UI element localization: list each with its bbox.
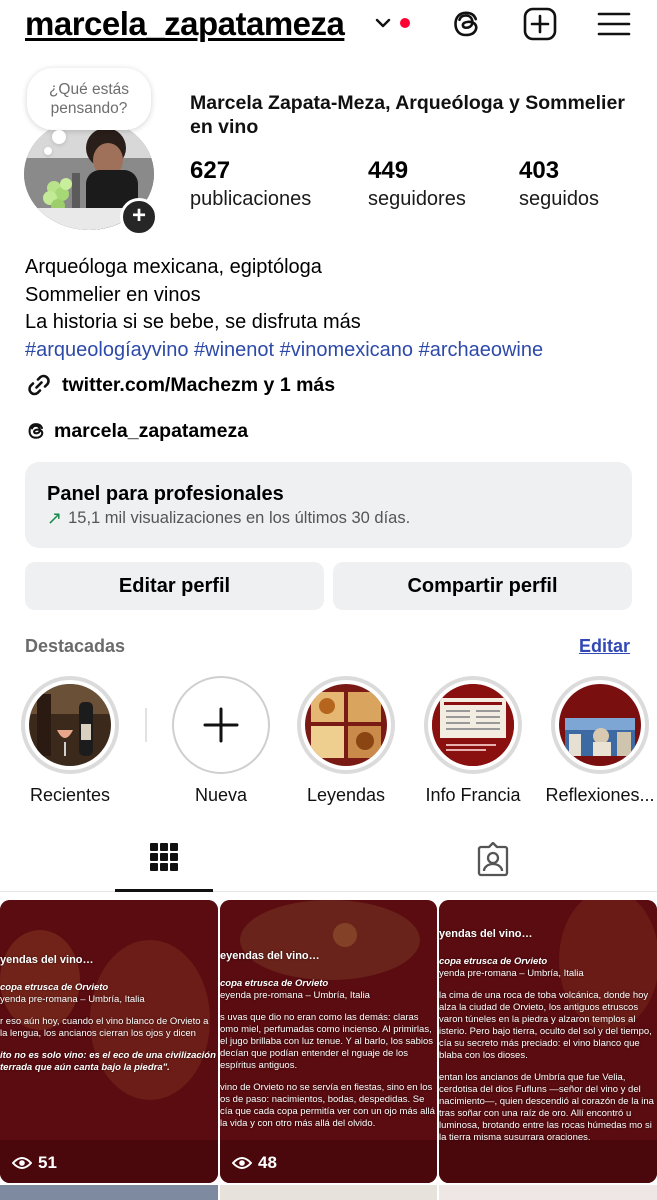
post-thumbnail[interactable] — [0, 1185, 218, 1200]
post-heading: yendas del vino… — [439, 928, 533, 940]
highlight-name: Info Francia — [425, 785, 521, 805]
highlight-name: Recientes — [29, 785, 111, 805]
stat-value: 449 — [368, 157, 409, 184]
highlight-ring — [297, 676, 395, 774]
post-body: r eso aún hoy, cuando el vino blanco de … — [0, 1016, 209, 1039]
highlights-label: Destacadas — [25, 636, 126, 656]
chevron-down-icon[interactable] — [373, 13, 393, 33]
highlight-ring — [424, 676, 522, 774]
post-title: copa etrusca de Orvieto — [220, 978, 329, 989]
edit-profile-button[interactable]: Editar perfil — [25, 562, 324, 610]
profile-tabs — [0, 830, 657, 892]
highlight-new[interactable]: Nueva — [159, 676, 283, 806]
highlight-name: Nueva — [194, 785, 248, 805]
post-thumbnail[interactable]: eyendas del vino… copa etrusca de Orviet… — [220, 900, 437, 1183]
highlight-info-francia[interactable]: Info Francia — [411, 676, 535, 806]
highlight-thumbnail — [559, 684, 641, 766]
post-body: ito no es solo vino: es el eco de una ci… — [0, 1050, 216, 1073]
stat-posts[interactable]: 627 publicaciones — [190, 157, 311, 213]
post-views: 48 — [232, 1153, 277, 1173]
post-text: eyendas del vino… copa etrusca de Orviet… — [220, 900, 437, 1183]
add-story-button[interactable]: + — [120, 198, 158, 236]
trend-up-icon: ↗ — [47, 508, 63, 528]
post-view-count: 48 — [258, 1153, 277, 1172]
grid-icon[interactable] — [149, 842, 179, 872]
tagged-icon[interactable] — [475, 842, 511, 878]
highlight-recientes[interactable]: Recientes — [8, 676, 132, 806]
highlight-reflexiones[interactable]: Reflexiones... — [538, 676, 657, 806]
link-icon — [28, 374, 50, 396]
stat-label: seguidores — [368, 188, 466, 210]
bio-line: La historia si se bebe, se disfruta más — [25, 311, 361, 333]
post-views: 51 — [12, 1153, 57, 1173]
note-bubble-tail-small — [44, 147, 52, 155]
highlight-divider — [145, 708, 147, 742]
post-text: yendas del vino… copa etrusca de Orvieto… — [439, 900, 657, 1183]
display-name: Marcela Zapata-Meza, Arqueóloga y Sommel… — [190, 92, 625, 138]
highlight-thumbnail — [29, 684, 111, 766]
highlight-ring — [551, 676, 649, 774]
post-heading: eyendas del vino… — [220, 950, 320, 962]
active-tab-indicator — [115, 889, 213, 892]
stat-followers[interactable]: 449 seguidores — [368, 157, 466, 213]
eye-icon — [12, 1157, 32, 1169]
post-subtitle: eyenda pre-romana – Umbría, Italia — [220, 990, 370, 1001]
post-body: s uvas que dio no eran como las demás: c… — [220, 1012, 434, 1071]
threads-icon — [28, 423, 44, 439]
eye-icon — [232, 1157, 252, 1169]
top-bar: marcela_zapatameza — [0, 0, 657, 55]
dashboard-views-text: 15,1 mil visualizaciones en los últimos … — [68, 509, 411, 527]
post-body: vino de Orvieto no se servía en fiestas,… — [220, 1082, 435, 1129]
stat-label: seguidos — [519, 188, 600, 210]
plus-icon — [203, 707, 239, 743]
account-username[interactable]: marcela_zapatameza — [25, 5, 345, 43]
post-title: copa etrusca de Orvieto — [439, 956, 548, 967]
post-thumbnail[interactable]: yendas del vino… copa etrusca de Orvieto… — [0, 900, 218, 1183]
highlight-name: Reflexiones... — [545, 785, 655, 805]
highlight-ring — [21, 676, 119, 774]
post-title: copa etrusca de Orvieto — [0, 982, 109, 993]
post-body: la cima de una roca de toba volcánica, d… — [439, 990, 652, 1061]
threads-icon[interactable] — [448, 6, 484, 42]
post-body: entan los ancianos de Umbría que fue Vel… — [439, 1072, 654, 1143]
post-view-count: 51 — [38, 1153, 57, 1172]
share-profile-button[interactable]: Compartir perfil — [333, 562, 632, 610]
stat-following[interactable]: 403 seguidos — [519, 157, 599, 213]
post-thumbnail[interactable] — [439, 1185, 657, 1200]
bio: Arqueóloga mexicana, egiptóloga Sommelie… — [25, 254, 543, 364]
dashboard-title: Panel para profesionales — [47, 483, 284, 505]
profile-link[interactable]: twitter.com/Machezm y 1 más — [25, 370, 335, 400]
threads-handle[interactable]: marcela_zapatameza — [54, 420, 248, 443]
note-text: ¿Qué estás pensando? — [48, 81, 130, 117]
note-bubble[interactable]: ¿Qué estás pensando? — [27, 68, 151, 130]
dashboard-subtitle: ↗ 15,1 mil visualizaciones en los último… — [47, 506, 610, 530]
post-subtitle: yenda pre-romana – Umbría, Italia — [439, 968, 584, 979]
bio-line: Arqueóloga mexicana, egiptóloga — [25, 256, 322, 278]
professional-dashboard[interactable]: Panel para profesionales ↗ 15,1 mil visu… — [25, 462, 632, 548]
post-heading: yendas del vino… — [0, 954, 94, 966]
highlight-thumbnail — [432, 684, 514, 766]
stat-value: 627 — [190, 157, 231, 184]
stat-value: 403 — [519, 157, 560, 184]
bio-hashtags[interactable]: #arqueologíayvino #winenot #vinomexicano… — [25, 337, 543, 365]
notification-dot — [400, 18, 410, 28]
highlight-leyendas[interactable]: Leyendas — [284, 676, 408, 806]
note-bubble-tail — [52, 130, 66, 144]
bio-line: Sommelier en vinos — [25, 283, 201, 306]
new-post-icon[interactable] — [522, 6, 558, 42]
profile-link-text[interactable]: twitter.com/Machezm y 1 más — [62, 374, 335, 397]
post-text: yendas del vino… copa etrusca de Orvieto… — [0, 900, 218, 1183]
highlight-ring — [172, 676, 270, 774]
highlight-name: Leyendas — [306, 785, 386, 805]
threads-badge[interactable]: marcela_zapatameza — [25, 417, 248, 445]
post-subtitle: yenda pre-romana – Umbría, Italia — [0, 994, 145, 1005]
post-thumbnail[interactable]: yendas del vino… copa etrusca de Orvieto… — [439, 900, 657, 1183]
post-thumbnail[interactable] — [220, 1185, 437, 1200]
highlight-thumbnail — [305, 684, 387, 766]
highlights-edit-link[interactable]: Editar — [579, 636, 630, 657]
stat-label: publicaciones — [190, 188, 312, 210]
menu-icon[interactable] — [596, 6, 632, 42]
